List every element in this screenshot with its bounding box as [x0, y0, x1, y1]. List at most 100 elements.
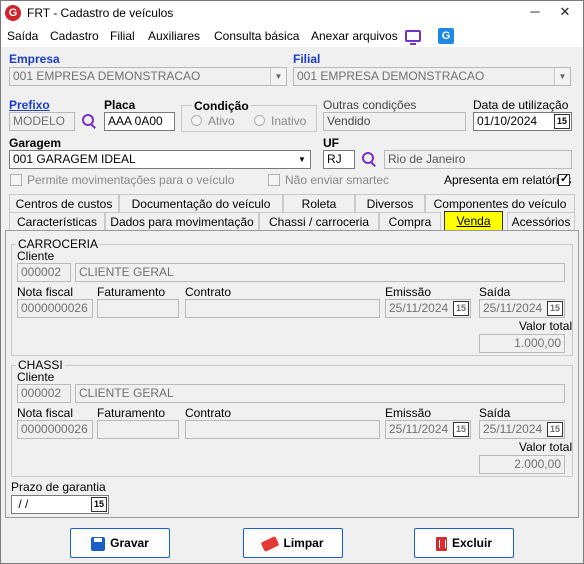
- placa-label: Placa: [104, 98, 136, 112]
- uf-label: UF: [323, 136, 339, 150]
- chassi-valor-field: 2.000,00: [479, 455, 565, 474]
- carroceria-saida-value: 25/11/2024: [483, 301, 543, 315]
- ativo-label: Ativo: [208, 114, 235, 128]
- title-bar: G FRT - Cadastro de veículos ─ ✕: [1, 1, 583, 25]
- carroceria-contrato-label: Contrato: [185, 285, 232, 299]
- tab-compra[interactable]: Compra: [379, 212, 441, 231]
- carroceria-faturamento-label: Faturamento: [97, 285, 166, 299]
- trash-icon: [435, 536, 447, 551]
- tab-dados-para-movimentacao[interactable]: Dados para movimentação: [105, 212, 259, 231]
- prefixo-label: Prefixo: [9, 98, 50, 112]
- monitor-icon[interactable]: [405, 30, 421, 45]
- carroceria-cliente-codigo: 000002: [17, 263, 71, 282]
- nao-enviar-smartec-checkbox[interactable]: [268, 174, 280, 186]
- tab-documentacao-do-veiculo[interactable]: Documentação do veículo: [119, 194, 283, 213]
- carroceria-emissao-field: 25/11/2024 15: [385, 299, 471, 318]
- chevron-down-icon[interactable]: ▼: [554, 68, 570, 85]
- calendar-icon[interactable]: 15: [453, 301, 469, 316]
- gravar-button[interactable]: Gravar: [70, 528, 170, 558]
- prazo-garantia-value: / /: [15, 497, 29, 511]
- tab-caracteristicas[interactable]: Características: [9, 212, 105, 231]
- garagem-value: 001 GARAGEM IDEAL: [13, 152, 136, 166]
- chassi-cliente-label: Cliente: [17, 370, 55, 384]
- menu-anexar-arquivos[interactable]: Anexar arquivos: [311, 29, 398, 43]
- empresa-label: Empresa: [9, 52, 60, 66]
- search-icon[interactable]: [361, 151, 377, 167]
- empresa-select[interactable]: 001 EMPRESA DEMONSTRACAO ▼: [9, 67, 287, 86]
- chassi-cliente-codigo: 000002: [17, 384, 71, 403]
- carroceria-saida-label: Saída: [479, 285, 511, 299]
- chassi-nota-label: Nota fiscal: [17, 406, 74, 420]
- nao-enviar-smartec-label: Não enviar smartec: [285, 173, 390, 187]
- prazo-garantia-label: Prazo de garantia: [11, 480, 106, 494]
- excluir-label: Excluir: [451, 536, 493, 550]
- uf-nome-field: Rio de Janeiro: [384, 150, 572, 169]
- carroceria-faturamento-field: [97, 299, 179, 318]
- carroceria-contrato-field: [185, 299, 380, 318]
- window: G FRT - Cadastro de veículos ─ ✕ Saída C…: [0, 0, 584, 564]
- chassi-contrato-label: Contrato: [185, 406, 232, 420]
- calendar-icon[interactable]: 15: [453, 422, 469, 437]
- calendar-icon[interactable]: 15: [547, 422, 563, 437]
- carroceria-valor-label: Valor total: [519, 319, 573, 333]
- menu-saida[interactable]: Saída: [7, 29, 38, 43]
- data-utilizacao-field[interactable]: 01/10/2024 15: [473, 112, 572, 131]
- prazo-garantia-field[interactable]: / / 15: [11, 495, 109, 514]
- empresa-value: 001 EMPRESA DEMONSTRACAO: [13, 69, 201, 83]
- data-utilizacao-value: 01/10/2024: [477, 114, 538, 128]
- inativo-radio[interactable]: [254, 115, 265, 126]
- tab-diversos[interactable]: Diversos: [355, 194, 425, 213]
- menu-auxiliares[interactable]: Auxiliares: [148, 29, 200, 43]
- limpar-button[interactable]: Limpar: [243, 528, 343, 558]
- carroceria-cliente-nome: CLIENTE GERAL: [75, 263, 565, 282]
- garagem-select[interactable]: 001 GARAGEM IDEAL ▼: [9, 150, 311, 169]
- condicao-label: Condição: [192, 99, 251, 113]
- chassi-nota-field: 0000000026: [17, 420, 93, 439]
- inativo-label: Inativo: [271, 114, 307, 128]
- app-logo-icon: G: [5, 5, 21, 21]
- placa-field[interactable]: AAA 0A00: [104, 112, 175, 131]
- eraser-icon: [261, 535, 280, 552]
- excluir-button[interactable]: Excluir: [414, 528, 514, 558]
- outras-condicoes-label: Outras condições: [323, 98, 417, 112]
- tab-roleta[interactable]: Roleta: [283, 194, 355, 213]
- close-icon[interactable]: ✕: [555, 3, 575, 21]
- tab-centros-de-custos[interactable]: Centros de custos: [9, 194, 119, 213]
- minimize-icon[interactable]: ─: [525, 3, 545, 21]
- chassi-saida-label: Saída: [479, 406, 511, 420]
- calendar-icon[interactable]: 15: [554, 114, 570, 129]
- window-title: FRT - Cadastro de veículos: [27, 6, 174, 20]
- venda-panel: CARROCERIA Cliente 000002 CLIENTE GERAL …: [5, 230, 579, 518]
- permite-movimentacoes-label: Permite movimentações para o veículo: [27, 173, 235, 187]
- carroceria-emissao-label: Emissão: [385, 285, 432, 299]
- search-icon[interactable]: [81, 113, 97, 129]
- tab-acessorios[interactable]: Acessórios: [507, 212, 575, 231]
- tab-chassi-carroceria[interactable]: Chassi / carroceria: [259, 212, 379, 231]
- menu-bar: Saída Cadastro Filial Auxiliares Consult…: [1, 25, 583, 47]
- g-logo-icon[interactable]: G: [438, 28, 454, 44]
- permite-movimentacoes-checkbox[interactable]: [10, 174, 22, 186]
- chassi-saida-field: 25/11/2024 15: [479, 420, 565, 439]
- chevron-down-icon[interactable]: ▼: [270, 68, 286, 85]
- calendar-icon[interactable]: 15: [91, 497, 107, 512]
- outras-condicoes-field: Vendido: [323, 112, 466, 131]
- filial-select[interactable]: 001 EMPRESA DEMONSTRACAO ▼: [293, 67, 571, 86]
- save-icon: [91, 536, 106, 551]
- menu-consulta-basica[interactable]: Consulta básica: [214, 29, 299, 43]
- calendar-icon[interactable]: 15: [547, 301, 563, 316]
- chassi-contrato-field: [185, 420, 380, 439]
- menu-cadastro[interactable]: Cadastro: [50, 29, 99, 43]
- prefixo-field[interactable]: MODELO: [9, 112, 75, 131]
- filial-value: 001 EMPRESA DEMONSTRACAO: [297, 69, 485, 83]
- apresenta-relatorios-checkbox[interactable]: [558, 172, 570, 186]
- carroceria-valor-field: 1.000,00: [479, 334, 565, 353]
- uf-field[interactable]: RJ: [323, 150, 355, 169]
- chevron-down-icon[interactable]: ▼: [294, 151, 310, 168]
- ativo-radio[interactable]: [191, 115, 202, 126]
- menu-filial[interactable]: Filial: [110, 29, 135, 43]
- apresenta-relatorios-label: Apresenta em relatórios: [444, 173, 572, 187]
- carroceria-emissao-value: 25/11/2024: [389, 301, 449, 315]
- chassi-valor-label: Valor total: [519, 440, 573, 454]
- tab-venda[interactable]: Venda: [444, 211, 503, 231]
- chassi-faturamento-label: Faturamento: [97, 406, 166, 420]
